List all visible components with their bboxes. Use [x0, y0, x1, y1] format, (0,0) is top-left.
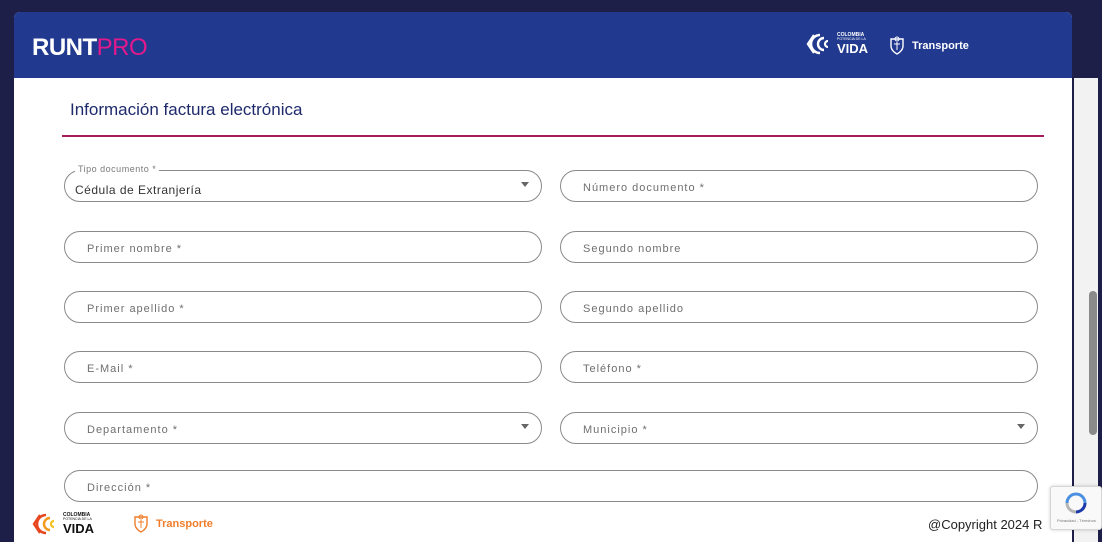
scrollbar-thumb[interactable]: [1089, 291, 1097, 435]
section-divider: [62, 135, 1044, 137]
ministerio-transporte-logo: Transporte: [888, 36, 969, 56]
invoice-form-panel: Información factura electrónica Tipo doc…: [48, 78, 1058, 508]
copyright-text: @Copyright 2024 R: [928, 517, 1043, 532]
recaptcha-icon: [1065, 492, 1087, 514]
direccion-input[interactable]: Dirección *: [64, 470, 1038, 502]
tipo-documento-label: Tipo documento *: [75, 164, 160, 174]
chevron-down-icon[interactable]: [521, 424, 529, 429]
tipo-documento-select[interactable]: Tipo documento * Cédula de Extranjería: [64, 164, 542, 202]
footer-colombia-logo: COLOMBIA POTENCIA DE LA VIDA: [32, 513, 94, 535]
primer-nombre-input[interactable]: Primer nombre *: [64, 231, 542, 263]
app-window: RUNTPRO COLOMBIA POTENCIA DE LA VIDA Tra…: [14, 12, 1072, 542]
departamento-select[interactable]: Departamento *: [64, 412, 542, 444]
page-footer: COLOMBIA POTENCIA DE LA VIDA Transporte …: [14, 508, 1072, 542]
chevron-down-icon[interactable]: [521, 182, 529, 187]
tipo-documento-value: Cédula de Extranjería: [75, 183, 202, 197]
email-input[interactable]: E-Mail *: [64, 351, 542, 383]
numero-documento-input[interactable]: Número documento *: [560, 170, 1038, 202]
recaptcha-links[interactable]: Privacidad - Términos: [1057, 518, 1096, 523]
recaptcha-badge[interactable]: Privacidad - Términos: [1050, 486, 1102, 530]
footer-transporte-logo: Transporte: [132, 514, 213, 534]
coat-of-arms-icon: [134, 514, 148, 533]
colombia-wave-icon: [806, 33, 829, 55]
coat-of-arms-icon: [890, 36, 904, 55]
municipio-select[interactable]: Municipio *: [560, 412, 1038, 444]
section-title: Información factura electrónica: [70, 100, 303, 119]
runtpro-logo[interactable]: RUNTPRO: [32, 34, 148, 62]
top-header: RUNTPRO COLOMBIA POTENCIA DE LA VIDA Tra…: [14, 12, 1072, 78]
chevron-down-icon[interactable]: [1017, 424, 1025, 429]
segundo-apellido-input[interactable]: Segundo apellido: [560, 291, 1038, 323]
segundo-nombre-input[interactable]: Segundo nombre: [560, 231, 1038, 263]
colombia-potencia-vida-logo: COLOMBIA POTENCIA DE LA VIDA: [806, 33, 868, 55]
telefono-input[interactable]: Teléfono *: [560, 351, 1038, 383]
primer-apellido-input[interactable]: Primer apellido *: [64, 291, 542, 323]
colombia-wave-icon: [32, 513, 55, 535]
